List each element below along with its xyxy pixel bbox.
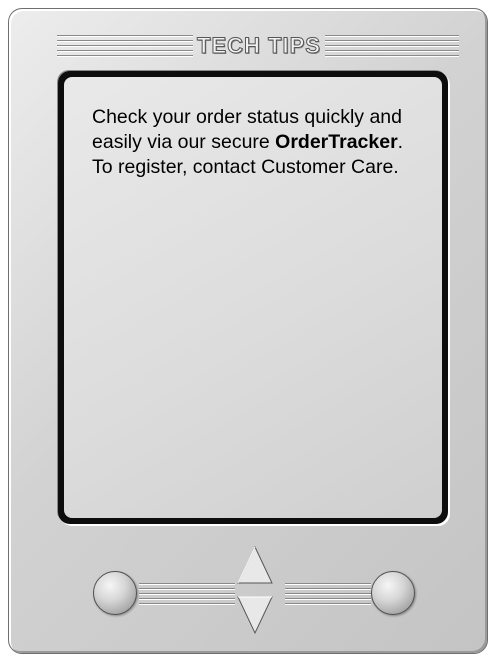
screen-bezel: Check your order status quickly and easi… xyxy=(58,71,448,524)
scroll-down-button[interactable] xyxy=(235,595,275,635)
nav-decor-lines-left xyxy=(139,583,235,605)
tech-tips-device: TECH TIPS Check your order status quickl… xyxy=(8,8,488,654)
triangle-down-icon xyxy=(237,596,273,635)
header-decor-lines-right xyxy=(325,35,459,57)
nav-decor-lines-right xyxy=(285,583,371,605)
tip-screen: Check your order status quickly and easi… xyxy=(64,77,442,518)
next-tip-button[interactable] xyxy=(371,571,415,615)
order-tracker-link[interactable]: OrderTracker xyxy=(275,131,398,153)
scroll-up-button[interactable] xyxy=(235,545,275,585)
triangle-up-icon xyxy=(237,545,273,584)
previous-tip-button[interactable] xyxy=(93,571,137,615)
tech-tips-title: TECH TIPS xyxy=(197,33,321,59)
tip-message: Check your order status quickly and easi… xyxy=(92,105,418,180)
header-decor-lines-left xyxy=(57,35,193,57)
